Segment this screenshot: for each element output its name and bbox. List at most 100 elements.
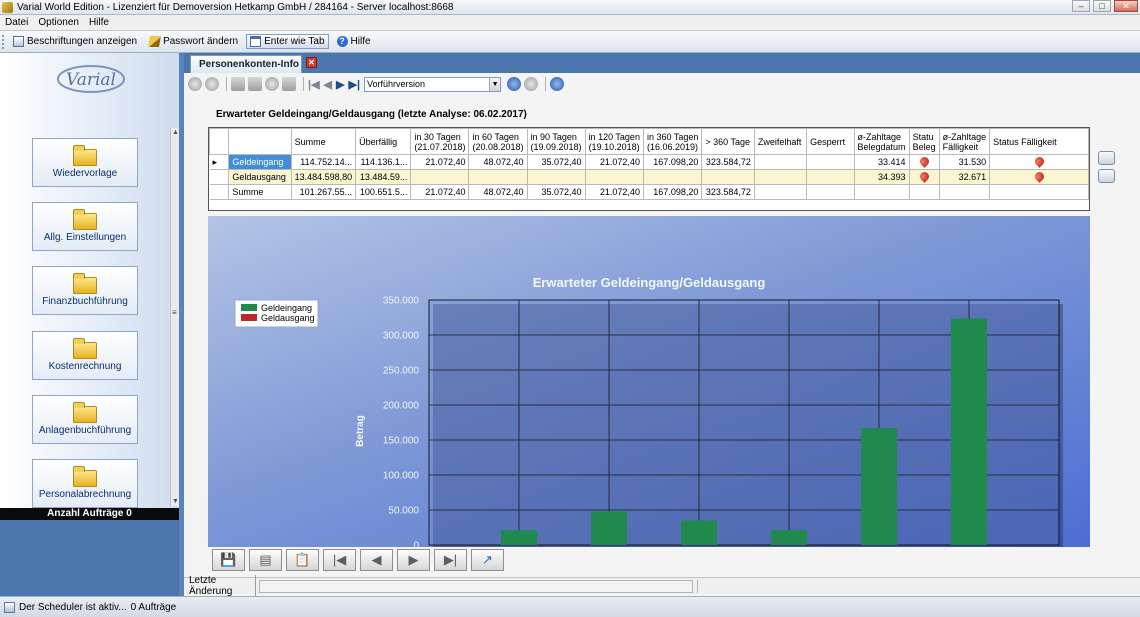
- cell[interactable]: [753, 184, 808, 200]
- expand-icon[interactable]: [1098, 151, 1115, 165]
- cell[interactable]: [753, 154, 808, 170]
- tab-personenkonten-info[interactable]: Personenkonten-Info ✕: [190, 55, 317, 73]
- close-tab-icon[interactable]: ✕: [306, 57, 317, 68]
- maximize-button[interactable]: □: [1093, 0, 1111, 12]
- cell[interactable]: 13.484.598,80: [290, 169, 357, 185]
- cell[interactable]: [584, 169, 644, 185]
- col-header[interactable]: Zweifelhaft: [753, 128, 808, 155]
- col-header[interactable]: in 360 Tagen (16.06.2019): [642, 128, 703, 155]
- cell[interactable]: [642, 169, 703, 185]
- cell[interactable]: 114.136.1...: [355, 154, 412, 170]
- cell[interactable]: [806, 169, 855, 185]
- next-record-icon[interactable]: ▶: [336, 78, 344, 91]
- nav-finanzbuchfuehrung[interactable]: Finanzbuchführung: [32, 266, 138, 315]
- stop-icon[interactable]: [524, 77, 539, 91]
- col-header[interactable]: Status Fälligkeit: [989, 128, 1089, 155]
- cell[interactable]: 33.414: [853, 154, 910, 170]
- cell[interactable]: [806, 154, 855, 170]
- save-button[interactable]: 💾: [212, 549, 245, 571]
- cell[interactable]: [938, 184, 991, 200]
- gear-icon[interactable]: [550, 77, 565, 91]
- export-button[interactable]: ↗: [471, 549, 504, 571]
- cell[interactable]: 13.484.59...: [355, 169, 412, 185]
- first-record-icon[interactable]: |◀: [308, 78, 320, 91]
- cell[interactable]: [753, 169, 808, 185]
- copy-icon[interactable]: [282, 77, 296, 91]
- table-row[interactable]: Summe 101.267.55... 100.651.5... 21.072,…: [209, 184, 1089, 200]
- cell[interactable]: 167.098,20: [642, 154, 703, 170]
- status-faelligkeit-cell[interactable]: [989, 154, 1089, 170]
- row-name[interactable]: Geldeingang: [228, 154, 292, 170]
- table-row[interactable]: ▸ Geldeingang 114.752.14... 114.136.1...…: [209, 154, 1089, 170]
- cell[interactable]: 48.072,40: [468, 154, 528, 170]
- save-disabled-icon[interactable]: [248, 77, 262, 91]
- cell[interactable]: 167.098,20: [642, 184, 703, 200]
- cell[interactable]: 34.393: [853, 169, 910, 185]
- cell[interactable]: 48.072,40: [468, 184, 528, 200]
- cell[interactable]: 21.072,40: [410, 184, 470, 200]
- status-beleg-cell[interactable]: [908, 169, 940, 185]
- cell[interactable]: [410, 169, 470, 185]
- nav-allg-einstellungen[interactable]: Allg. Einstellungen: [32, 202, 138, 251]
- last-record-icon[interactable]: ▶|: [348, 78, 360, 91]
- menu-hilfe[interactable]: Hilfe: [84, 17, 114, 28]
- col-header[interactable]: Summe: [290, 128, 357, 155]
- cell[interactable]: 101.267.55...: [290, 184, 357, 200]
- col-header[interactable]: in 30 Tagen (21.07.2018): [410, 128, 470, 155]
- cell[interactable]: 114.752.14...: [290, 154, 357, 170]
- previous-record-button[interactable]: ◀: [360, 549, 393, 571]
- cell[interactable]: 21.072,40: [410, 154, 470, 170]
- cell[interactable]: 100.651.5...: [355, 184, 412, 200]
- cell[interactable]: [526, 169, 586, 185]
- menu-datei[interactable]: Datei: [0, 17, 33, 28]
- help-button[interactable]: ? Hilfe: [333, 34, 375, 49]
- toolbar-grip[interactable]: [2, 34, 5, 49]
- new-record-icon[interactable]: [231, 77, 245, 91]
- cell[interactable]: 35.072,40: [526, 154, 586, 170]
- nav-kostenrechnung[interactable]: Kostenrechnung: [32, 331, 138, 380]
- col-header[interactable]: > 360 Tage: [701, 128, 755, 155]
- col-header[interactable]: ø-Zahltage Belegdatum: [853, 128, 910, 155]
- row-name[interactable]: Summe: [228, 184, 292, 200]
- status-faelligkeit-cell[interactable]: [989, 169, 1089, 185]
- cell[interactable]: 323.584,72: [701, 154, 755, 170]
- minimize-button[interactable]: –: [1072, 0, 1090, 12]
- cell[interactable]: 21.072,40: [584, 154, 644, 170]
- collapse-icon[interactable]: [1098, 169, 1115, 183]
- enter-as-tab-toggle[interactable]: Enter wie Tab: [246, 34, 329, 49]
- nav-personalabrechnung[interactable]: Personalabrechnung: [32, 459, 138, 508]
- cell[interactable]: 21.072,40: [584, 184, 644, 200]
- nav-wiedervorlage[interactable]: Wiedervorlage: [32, 138, 138, 187]
- status-beleg-cell[interactable]: [908, 184, 940, 200]
- status-faelligkeit-cell[interactable]: [989, 184, 1089, 200]
- col-header[interactable]: Gesperrt: [806, 128, 855, 155]
- col-header[interactable]: Statu Beleg: [908, 128, 940, 155]
- previous-record-icon[interactable]: ◀: [324, 78, 332, 91]
- row-name[interactable]: Geldausgang: [228, 169, 292, 185]
- change-password-button[interactable]: Passwort ändern: [145, 34, 242, 49]
- col-header[interactable]: in 90 Tagen (19.09.2018): [526, 128, 586, 155]
- cell[interactable]: 32.671: [938, 169, 991, 185]
- cell[interactable]: [468, 169, 528, 185]
- print-preview-button[interactable]: ▤: [249, 549, 282, 571]
- status-beleg-cell[interactable]: [908, 154, 940, 170]
- table-row[interactable]: Geldausgang 13.484.598,80 13.484.59... 3…: [209, 169, 1089, 185]
- col-header[interactable]: ø-Zahltage Fälligkeit: [938, 128, 991, 155]
- close-button[interactable]: ✕: [1114, 0, 1138, 12]
- cell[interactable]: [701, 169, 755, 185]
- cell[interactable]: [806, 184, 855, 200]
- nav-scrollbar[interactable]: ▲ ≡ ▼: [170, 128, 179, 506]
- next-record-button[interactable]: ▶: [397, 549, 430, 571]
- refresh-icon[interactable]: [507, 77, 522, 91]
- back-icon[interactable]: [188, 77, 202, 91]
- clipboard-button[interactable]: 📋: [286, 549, 319, 571]
- col-header[interactable]: in 120 Tagen (19.10.2018): [584, 128, 644, 155]
- cell[interactable]: 31.530: [938, 154, 991, 170]
- col-header[interactable]: Überfällig: [355, 128, 412, 155]
- print-icon[interactable]: [205, 77, 219, 91]
- cell[interactable]: [853, 184, 910, 200]
- version-select[interactable]: Vorführversion ▼: [364, 76, 502, 92]
- chevron-down-icon[interactable]: ▼: [489, 77, 501, 91]
- last-record-button[interactable]: ▶|: [434, 549, 467, 571]
- col-header[interactable]: in 60 Tagen (20.08.2018): [468, 128, 528, 155]
